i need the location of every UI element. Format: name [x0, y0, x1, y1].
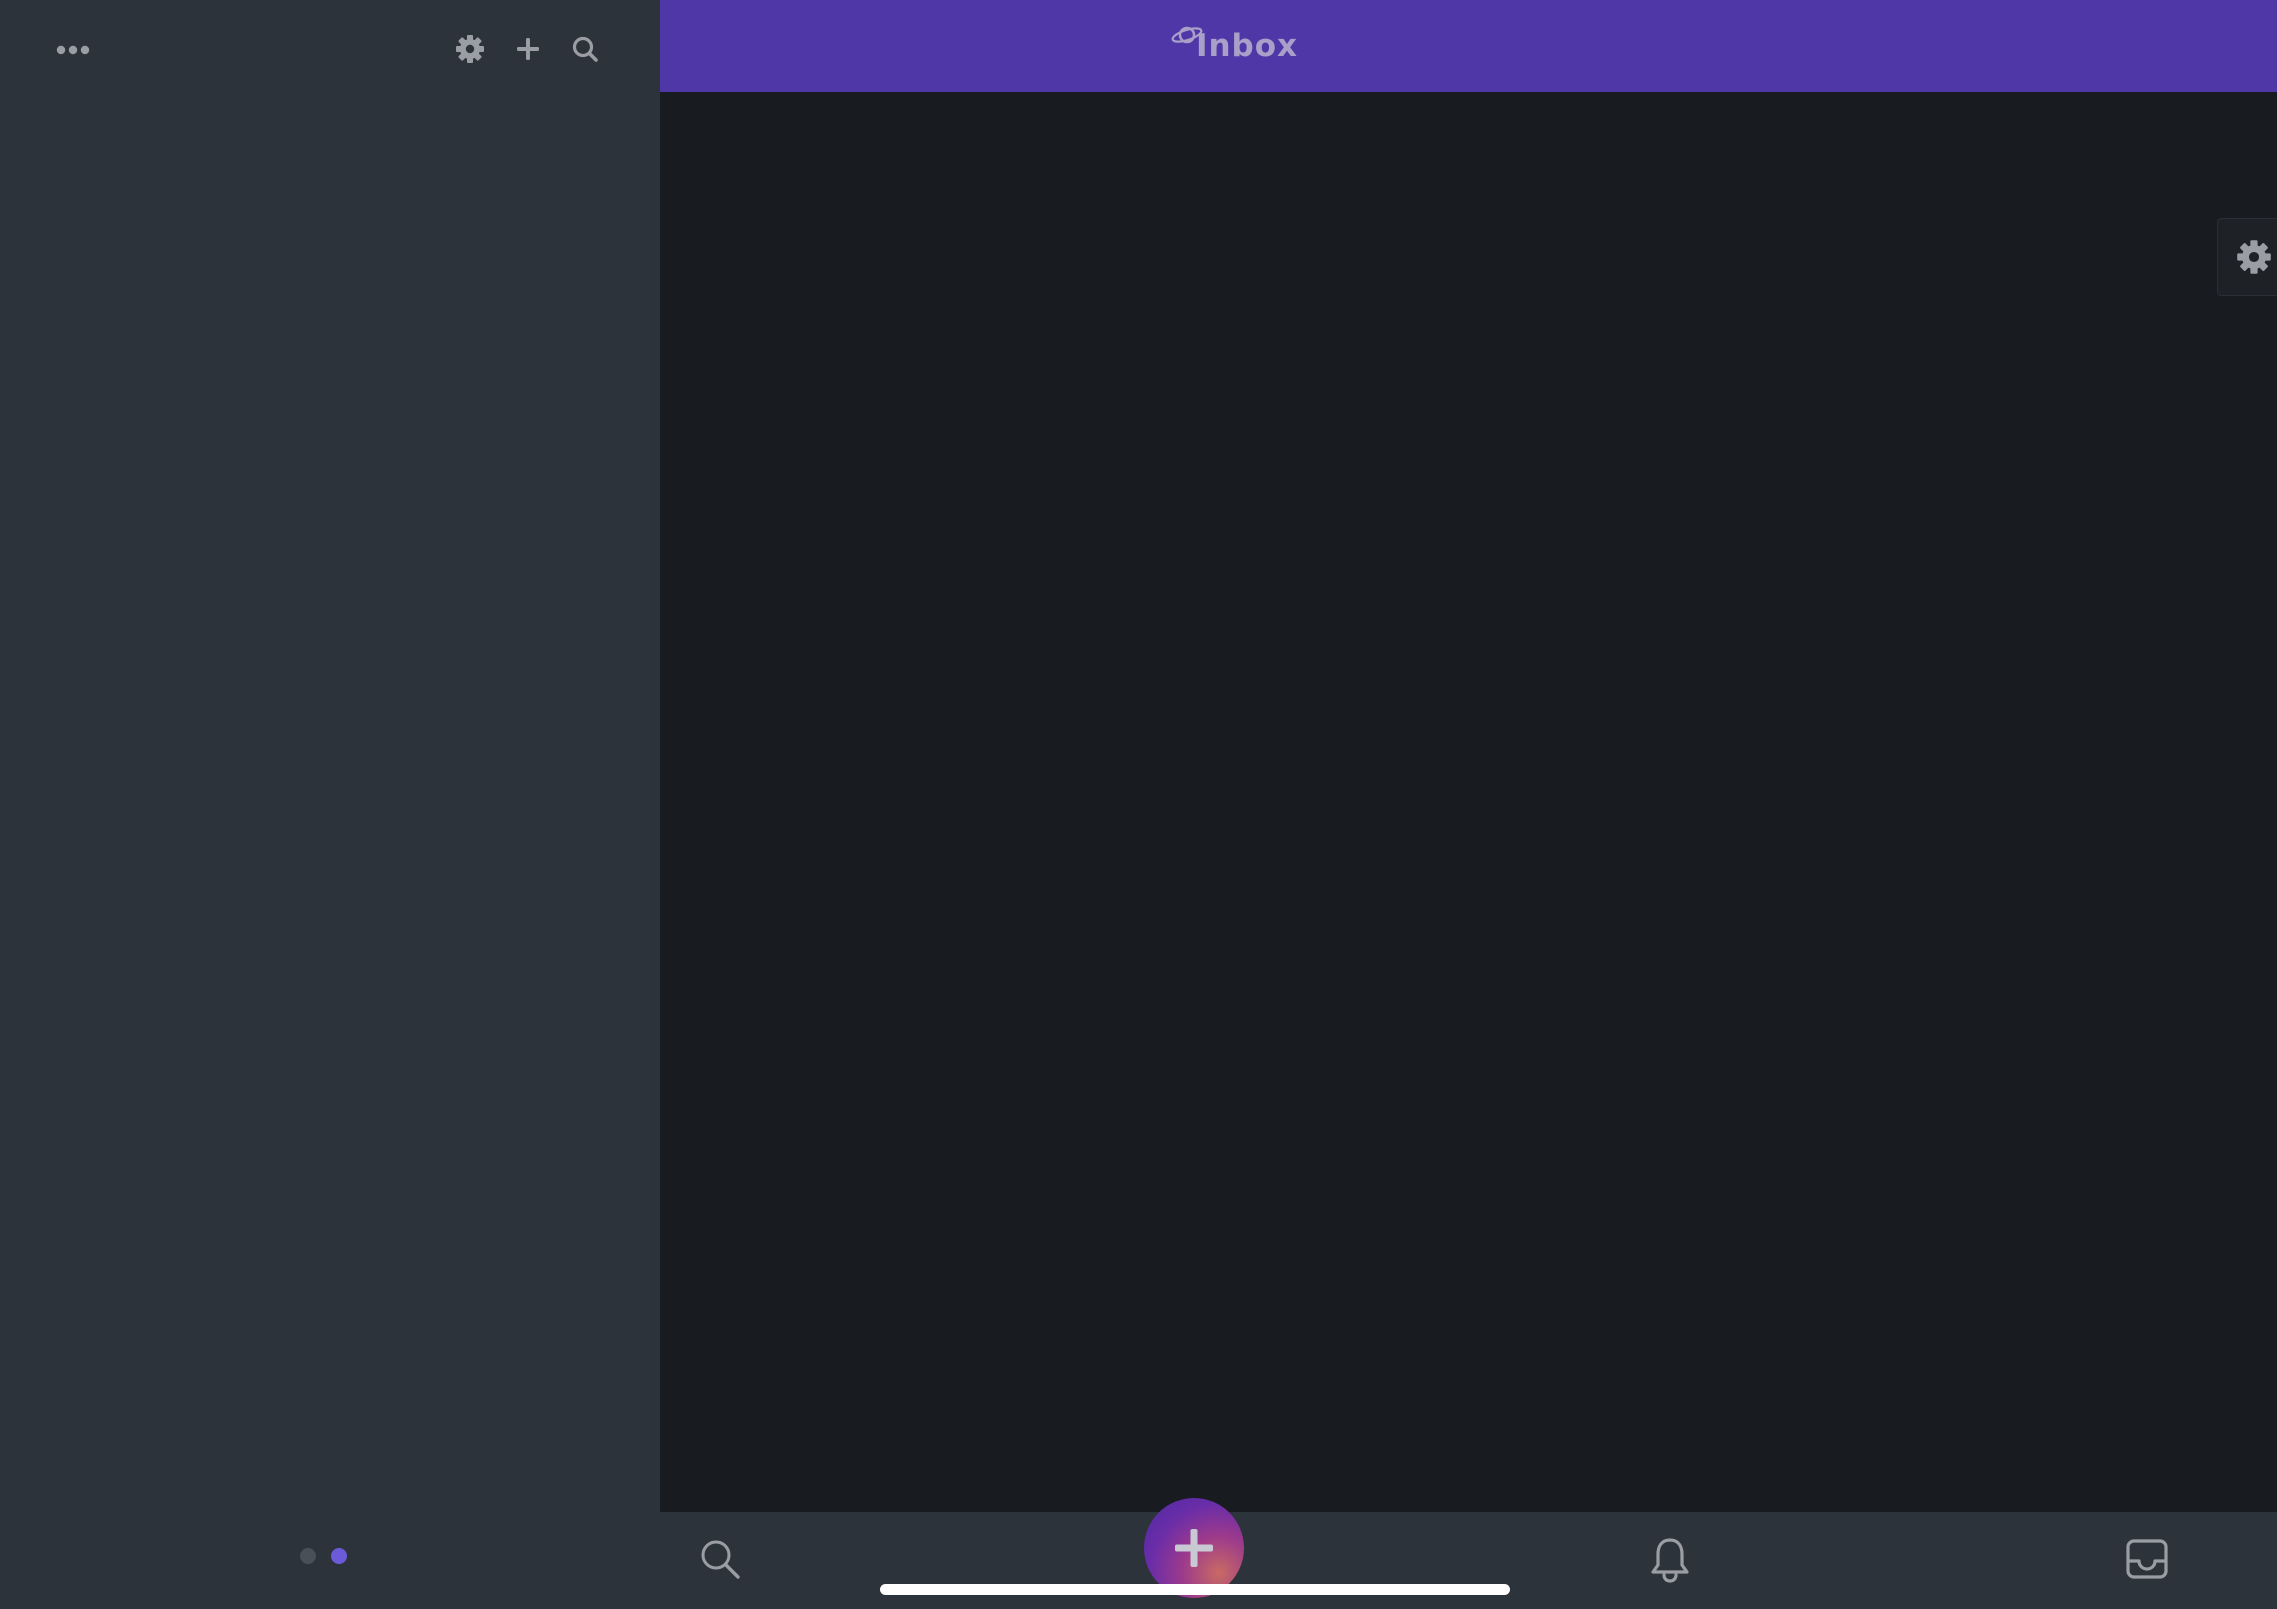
add-button[interactable]	[508, 27, 548, 71]
planet-icon	[1171, 26, 1203, 44]
search-icon	[572, 36, 598, 62]
sidebar-toolbar	[0, 0, 660, 98]
plus-icon	[1175, 1529, 1213, 1567]
main-header: Inbox	[660, 0, 2277, 92]
nav-inbox-button[interactable]	[2122, 1534, 2172, 1584]
page-indicator	[300, 1546, 360, 1566]
inbox-content	[660, 92, 2277, 1512]
gear-icon	[2237, 240, 2271, 274]
sidebar	[0, 0, 660, 1609]
sidebar-search-button[interactable]	[565, 27, 605, 71]
page-dot-2[interactable]	[331, 1548, 347, 1564]
plus-icon	[517, 38, 539, 60]
more-options-button[interactable]	[50, 27, 96, 73]
sidebar-settings-button[interactable]	[450, 27, 490, 71]
more-icon	[56, 45, 90, 55]
compose-button[interactable]	[1144, 1498, 1244, 1598]
gear-icon	[456, 35, 484, 63]
nav-notifications-button[interactable]	[1645, 1534, 1695, 1586]
page-dot-1[interactable]	[300, 1548, 316, 1564]
app-window: Inbox	[0, 0, 2277, 1609]
search-icon	[701, 1540, 740, 1579]
inbox-icon	[2126, 1539, 2168, 1579]
inbox-settings-button[interactable]	[2217, 218, 2277, 296]
page-title: Inbox	[1195, 28, 1299, 64]
home-indicator	[880, 1584, 1510, 1595]
nav-search-button[interactable]	[695, 1534, 745, 1584]
main-panel: Inbox	[660, 0, 2277, 1609]
bell-icon	[1651, 1538, 1689, 1583]
